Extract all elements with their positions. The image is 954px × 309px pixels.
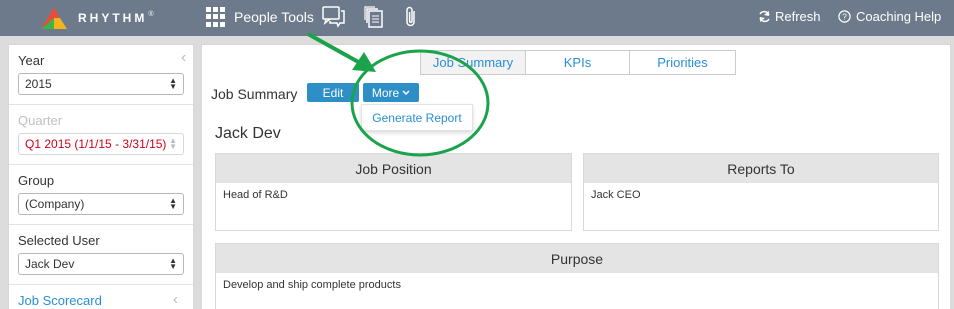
attachment-icon[interactable] (404, 6, 418, 28)
quarter-select[interactable]: Q1 2015 (1/1/15 - 3/31/15) ▲ ▼ (18, 133, 184, 155)
selected-user-select[interactable]: Jack Dev ▲ ▼ (18, 253, 184, 275)
refresh-icon (759, 10, 770, 23)
edit-button-label: Edit (322, 85, 344, 100)
job-position-value[interactable]: Head of R&D (216, 183, 571, 207)
year-value: 2015 (25, 77, 52, 91)
year-label: Year (18, 53, 45, 68)
more-dropdown-button[interactable]: More (363, 83, 419, 102)
selected-user-value: Jack Dev (25, 257, 75, 271)
select-arrows-icon: ▲ ▼ (169, 76, 177, 91)
documents-icon[interactable] (364, 6, 384, 28)
user-name-heading: Jack Dev (215, 125, 281, 142)
tab-label: Priorities (657, 55, 708, 70)
select-arrows-icon: ▲ ▼ (169, 256, 177, 271)
sidebar-item-job-scorecard[interactable]: Job Scorecard ‹ (9, 285, 193, 309)
reports-to-value[interactable]: Jack CEO (584, 183, 938, 207)
reports-to-card: Reports To Jack CEO (583, 153, 939, 231)
sidebar: ‹ Year 2015 ▲ ▼ Quarter Q1 2015 (1/1/15 -… (8, 44, 194, 309)
people-tools-menu[interactable]: People Tools (206, 7, 314, 27)
selected-user-label: Selected User (18, 233, 100, 248)
logo-registered-mark: ® (148, 10, 154, 18)
group-value: (Company) (25, 197, 85, 211)
top-bar: RHYTHM ® People Tools Refresh ? Coaching… (0, 0, 954, 36)
coaching-help-button[interactable]: ? Coaching Help (838, 9, 941, 24)
rhythm-logo-icon (41, 7, 67, 29)
coaching-help-label: Coaching Help (856, 9, 942, 24)
help-icon: ? (838, 10, 851, 23)
quarter-label: Quarter (18, 113, 63, 128)
grid-icon (206, 7, 226, 27)
section-title: Job Summary (211, 86, 298, 102)
tab-label: KPIs (563, 55, 592, 70)
purpose-card: Purpose Develop and ship complete produc… (215, 243, 939, 309)
purpose-value[interactable]: Develop and ship complete products (216, 273, 938, 297)
people-tools-label: People Tools (234, 9, 314, 25)
main-panel: Job Summary KPIs Priorities Job Summary … (201, 44, 951, 309)
purpose-header: Purpose (216, 244, 938, 273)
tab-bar: Job Summary KPIs Priorities (420, 50, 736, 75)
job-position-card: Job Position Head of R&D (215, 153, 572, 231)
more-dropdown-menu: Generate Report (361, 104, 473, 131)
edit-button[interactable]: Edit (307, 83, 359, 102)
job-position-header: Job Position (216, 154, 571, 183)
group-select[interactable]: (Company) ▲ ▼ (18, 193, 184, 215)
refresh-button[interactable]: Refresh (758, 9, 821, 24)
tab-kpis[interactable]: KPIs (526, 50, 630, 75)
chat-icon[interactable] (322, 6, 346, 28)
job-scorecard-label: Job Scorecard (18, 293, 102, 308)
refresh-label: Refresh (775, 9, 821, 24)
tab-job-summary[interactable]: Job Summary (420, 50, 526, 75)
reports-to-header: Reports To (584, 154, 938, 183)
chevron-down-icon (402, 89, 410, 95)
select-arrows-icon: ▲ ▼ (169, 136, 177, 151)
more-button-label: More (371, 85, 400, 100)
select-arrows-icon: ▲ ▼ (169, 196, 177, 211)
year-select[interactable]: 2015 ▲ ▼ (18, 73, 184, 95)
group-label: Group (18, 173, 55, 188)
selected-user-filter: Selected User Jack Dev ▲ ▼ (9, 225, 193, 285)
app-logo[interactable]: RHYTHM ® (40, 6, 154, 30)
logo-text: RHYTHM (78, 11, 148, 25)
chevron-left-icon: ‹ (173, 291, 178, 308)
svg-text:?: ? (842, 12, 847, 22)
year-filter: Year 2015 ▲ ▼ (9, 45, 193, 105)
group-filter: Group (Company) ▲ ▼ (9, 165, 193, 225)
tab-priorities[interactable]: Priorities (630, 50, 736, 75)
generate-report-menu-item[interactable]: Generate Report (372, 111, 461, 125)
quarter-value: Q1 2015 (1/1/15 - 3/31/15) (25, 137, 167, 151)
quarter-filter: Quarter Q1 2015 (1/1/15 - 3/31/15) ▲ ▼ (9, 105, 193, 165)
tab-label: Job Summary (432, 55, 514, 70)
collapse-sidebar-icon[interactable]: ‹ (181, 49, 186, 67)
